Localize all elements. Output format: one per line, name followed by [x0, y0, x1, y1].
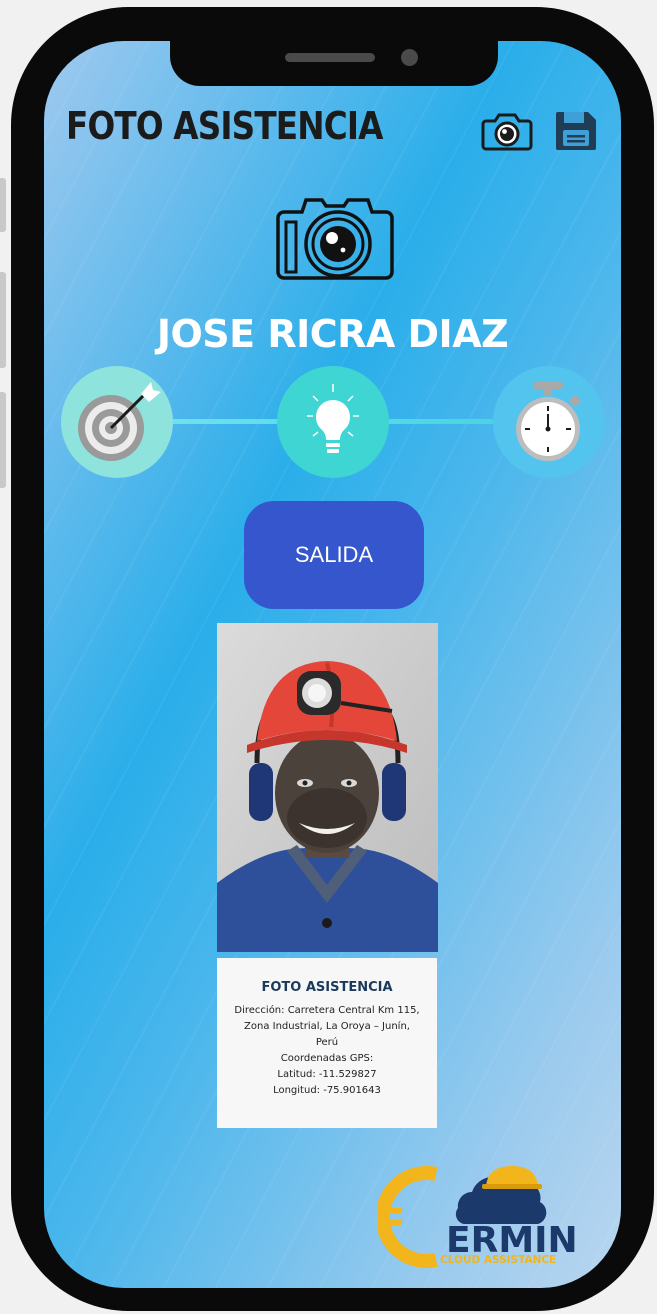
- salida-button[interactable]: SALIDA: [244, 501, 424, 609]
- caption-longitude: Longitud: -75.901643: [273, 1085, 381, 1096]
- stopwatch-icon: [516, 382, 581, 461]
- photo-caption-card: FOTO ASISTENCIA Dirección: Carretera Cen…: [217, 958, 437, 1128]
- caption-address: Dirección: Carretera Central Km 115, Zon…: [234, 1005, 420, 1048]
- phone-volume-down: [0, 392, 6, 488]
- caption-title: FOTO ASISTENCIA: [261, 980, 393, 995]
- cermin-logo: ERMIN CLOUD ASSISTANCE: [375, 1160, 578, 1268]
- phone-volume-up: [0, 272, 6, 368]
- lightbulb-icon: [307, 384, 359, 453]
- phone-speaker: [285, 53, 375, 62]
- page-title: FOTO ASISTENCIA: [66, 104, 383, 148]
- camera-hero-icon: [276, 198, 394, 280]
- caption-latitude: Latitud: -11.529827: [277, 1069, 377, 1080]
- employee-name: JOSE RICRA DIAZ: [156, 312, 509, 356]
- caption-gps-label: Coordenadas GPS:: [280, 1053, 374, 1064]
- caption-body: Dirección: Carretera Central Km 115, Zon…: [217, 1003, 437, 1099]
- logo-tagline: CLOUD ASSISTANCE: [440, 1254, 556, 1266]
- logo-mark: ERMIN CLOUD ASSISTANCE: [375, 1166, 578, 1268]
- save-icon[interactable]: [554, 108, 598, 152]
- captured-photo: [217, 623, 438, 952]
- step-timer[interactable]: [493, 366, 605, 478]
- front-camera: [401, 49, 418, 66]
- step-target[interactable]: [61, 366, 173, 478]
- target-icon: [78, 382, 161, 461]
- phone-side-button: [0, 178, 6, 232]
- step-idea[interactable]: [277, 366, 389, 478]
- phone-notch: [170, 41, 498, 86]
- camera-icon[interactable]: [480, 109, 534, 153]
